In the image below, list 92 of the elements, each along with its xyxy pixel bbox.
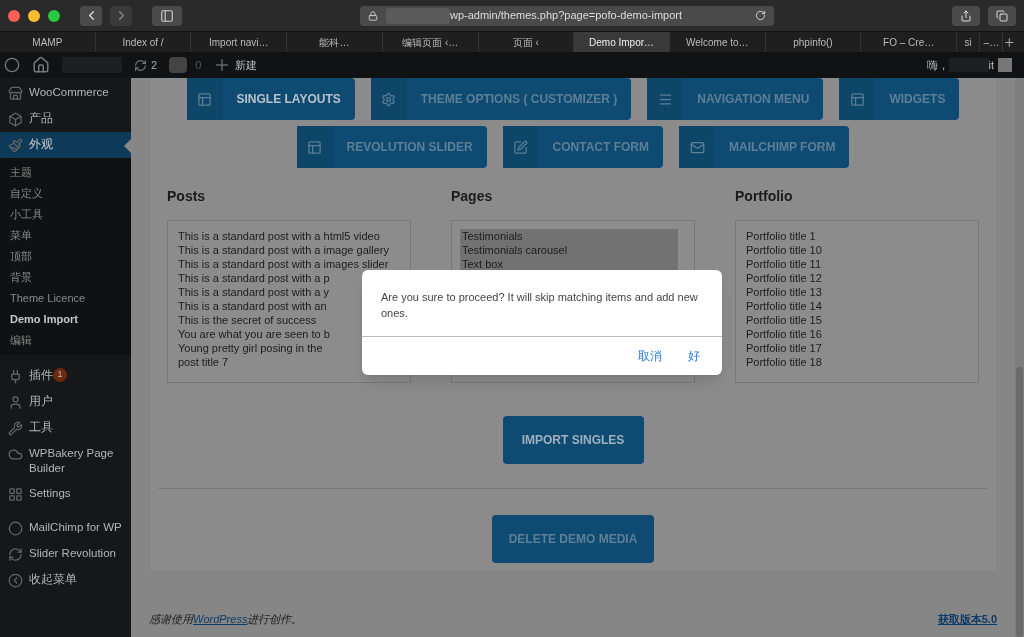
window-control[interactable]: [8, 9, 20, 22]
home-icon[interactable]: [32, 56, 50, 74]
import-tab[interactable]: SINGLE LAYOUTS: [186, 78, 355, 120]
refresh-icon: [134, 58, 147, 72]
lock-icon: [368, 10, 378, 21]
refresh-icon: [8, 547, 23, 562]
paintbrush-icon: [8, 138, 23, 153]
footer-text: 感谢使用WordPress进行创作。: [149, 611, 303, 627]
redacted-block: [386, 7, 450, 24]
username-text[interactable]: it: [988, 56, 994, 74]
sidebar-item[interactable]: 用户: [0, 389, 131, 415]
import-singles-button[interactable]: IMPORT SINGLES: [502, 416, 644, 464]
list-option[interactable]: Portfolio title 11: [746, 257, 968, 271]
submenu-item[interactable]: 顶部: [0, 246, 131, 267]
list-title: Pages: [451, 187, 494, 206]
list-option[interactable]: This is a standard post with a images slider: [178, 257, 400, 271]
submenu-item[interactable]: 小工具: [0, 204, 131, 225]
layout-icon: [197, 91, 213, 107]
box-icon: [8, 112, 23, 127]
dialog-message: Are you sure to proceed? It will skip matching items and add new ones.: [380, 290, 699, 321]
address-bar[interactable]: wp-admin/themes.php?page=pofo-demo-import: [360, 5, 774, 26]
list-option[interactable]: Portfolio title 17: [746, 341, 968, 355]
menu-icon: [657, 91, 673, 107]
submenu-item[interactable]: 自定义: [0, 183, 131, 204]
list-option[interactable]: Text box: [460, 257, 678, 271]
mail-icon: [689, 139, 705, 155]
sidebar-item[interactable]: Slider Revolution: [0, 541, 131, 567]
list-option[interactable]: This is a standard post with a html5 video: [178, 229, 400, 243]
layout-icon: [849, 91, 865, 107]
url-text: wp-admin/themes.php?page=pofo-demo-import: [450, 8, 683, 24]
sidebar-item[interactable]: 产品: [0, 106, 131, 132]
grid-icon: [8, 487, 23, 502]
tabs-icon: [996, 9, 1008, 22]
store-icon: [8, 86, 23, 101]
sidebar-item[interactable]: WPBakery Page Builder: [0, 441, 131, 481]
submenu-item[interactable]: 编辑: [0, 330, 131, 351]
reload-icon[interactable]: [755, 10, 766, 21]
list-option[interactable]: Portfolio title 16: [746, 327, 968, 341]
layout-icon: [307, 139, 323, 155]
list-option[interactable]: Portfolio title 15: [746, 313, 968, 327]
pencil-icon: [513, 139, 529, 155]
submenu-item[interactable]: 菜单: [0, 225, 131, 246]
wordpress-link[interactable]: WordPress: [193, 612, 248, 625]
sidebar-button[interactable]: [152, 5, 182, 26]
cancel-button[interactable]: 取消: [638, 347, 662, 365]
window-control[interactable]: [28, 9, 40, 22]
share-button[interactable]: [952, 5, 980, 26]
list-option[interactable]: Portfolio title 12: [746, 271, 968, 285]
forward-button[interactable]: [110, 5, 132, 26]
wrench-icon: [8, 421, 23, 436]
plug-icon: [8, 369, 23, 384]
cloud-icon: [8, 447, 23, 462]
submenu-item[interactable]: Demo Import: [0, 309, 131, 330]
version-link[interactable]: 获取版本5.0: [937, 610, 997, 627]
item-list[interactable]: Portfolio title 1 Portfolio title 10 Portfolio title 11 Portfolio title 12 Portfolio title 13 Portfolio title 14 Portfolio title 15 Portfolio title 16 Portfolio title 17 Portfolio title 18: [735, 220, 979, 383]
scrollbar-thumb[interactable]: [1016, 367, 1023, 637]
count-badge: 1: [53, 368, 67, 382]
list-option[interactable]: This is a standard post with a image gallery: [178, 243, 400, 257]
sidebar-item[interactable]: 收起菜单: [0, 567, 131, 593]
list-title: Portfolio: [735, 187, 794, 206]
back-button[interactable]: [80, 5, 102, 26]
list-option[interactable]: Portfolio title 10: [746, 243, 968, 257]
ok-button[interactable]: 好: [688, 347, 700, 365]
submenu-item[interactable]: 背景: [0, 267, 131, 288]
new-tab-icon[interactable]: [1003, 36, 1017, 49]
list-option[interactable]: Testimonials: [460, 229, 678, 243]
list-option[interactable]: Portfolio title 1: [746, 229, 968, 243]
new-item-link[interactable]: 新建: [213, 56, 258, 74]
sidebar-item[interactable]: MailChimp for WP: [0, 515, 131, 541]
user-icon: [8, 395, 23, 410]
sidebar-item[interactable]: WooCommerce: [0, 80, 131, 106]
submenu-item[interactable]: 主题: [0, 162, 131, 183]
tabs-overview-button[interactable]: [988, 5, 1016, 26]
sidebar-item[interactable]: 外观: [0, 132, 131, 158]
sidebar-item[interactable]: 插件 1: [0, 363, 131, 389]
window-control[interactable]: [48, 9, 60, 22]
greeting-text: 嗨，: [926, 57, 949, 73]
circle-icon: [8, 521, 23, 536]
list-title: Posts: [167, 187, 207, 206]
sidebar-item[interactable]: 工具: [0, 415, 131, 441]
sidebar-item[interactable]: Settings: [0, 481, 131, 507]
sidebar-icon: [160, 8, 174, 23]
gear-icon: [381, 91, 397, 107]
share-icon: [960, 9, 972, 22]
list-option[interactable]: Portfolio title 18: [746, 355, 968, 369]
submenu-item[interactable]: Theme Licence: [0, 288, 131, 309]
chevron-left-icon: [8, 573, 23, 588]
list-option[interactable]: Portfolio title 14: [746, 299, 968, 313]
list-option[interactable]: Testimonials carousel: [460, 243, 678, 257]
updates-count[interactable]: 2: [134, 56, 158, 74]
list-option[interactable]: Portfolio title 13: [746, 285, 968, 299]
browser-tab[interactable]: Demo Impor…: [574, 32, 670, 52]
